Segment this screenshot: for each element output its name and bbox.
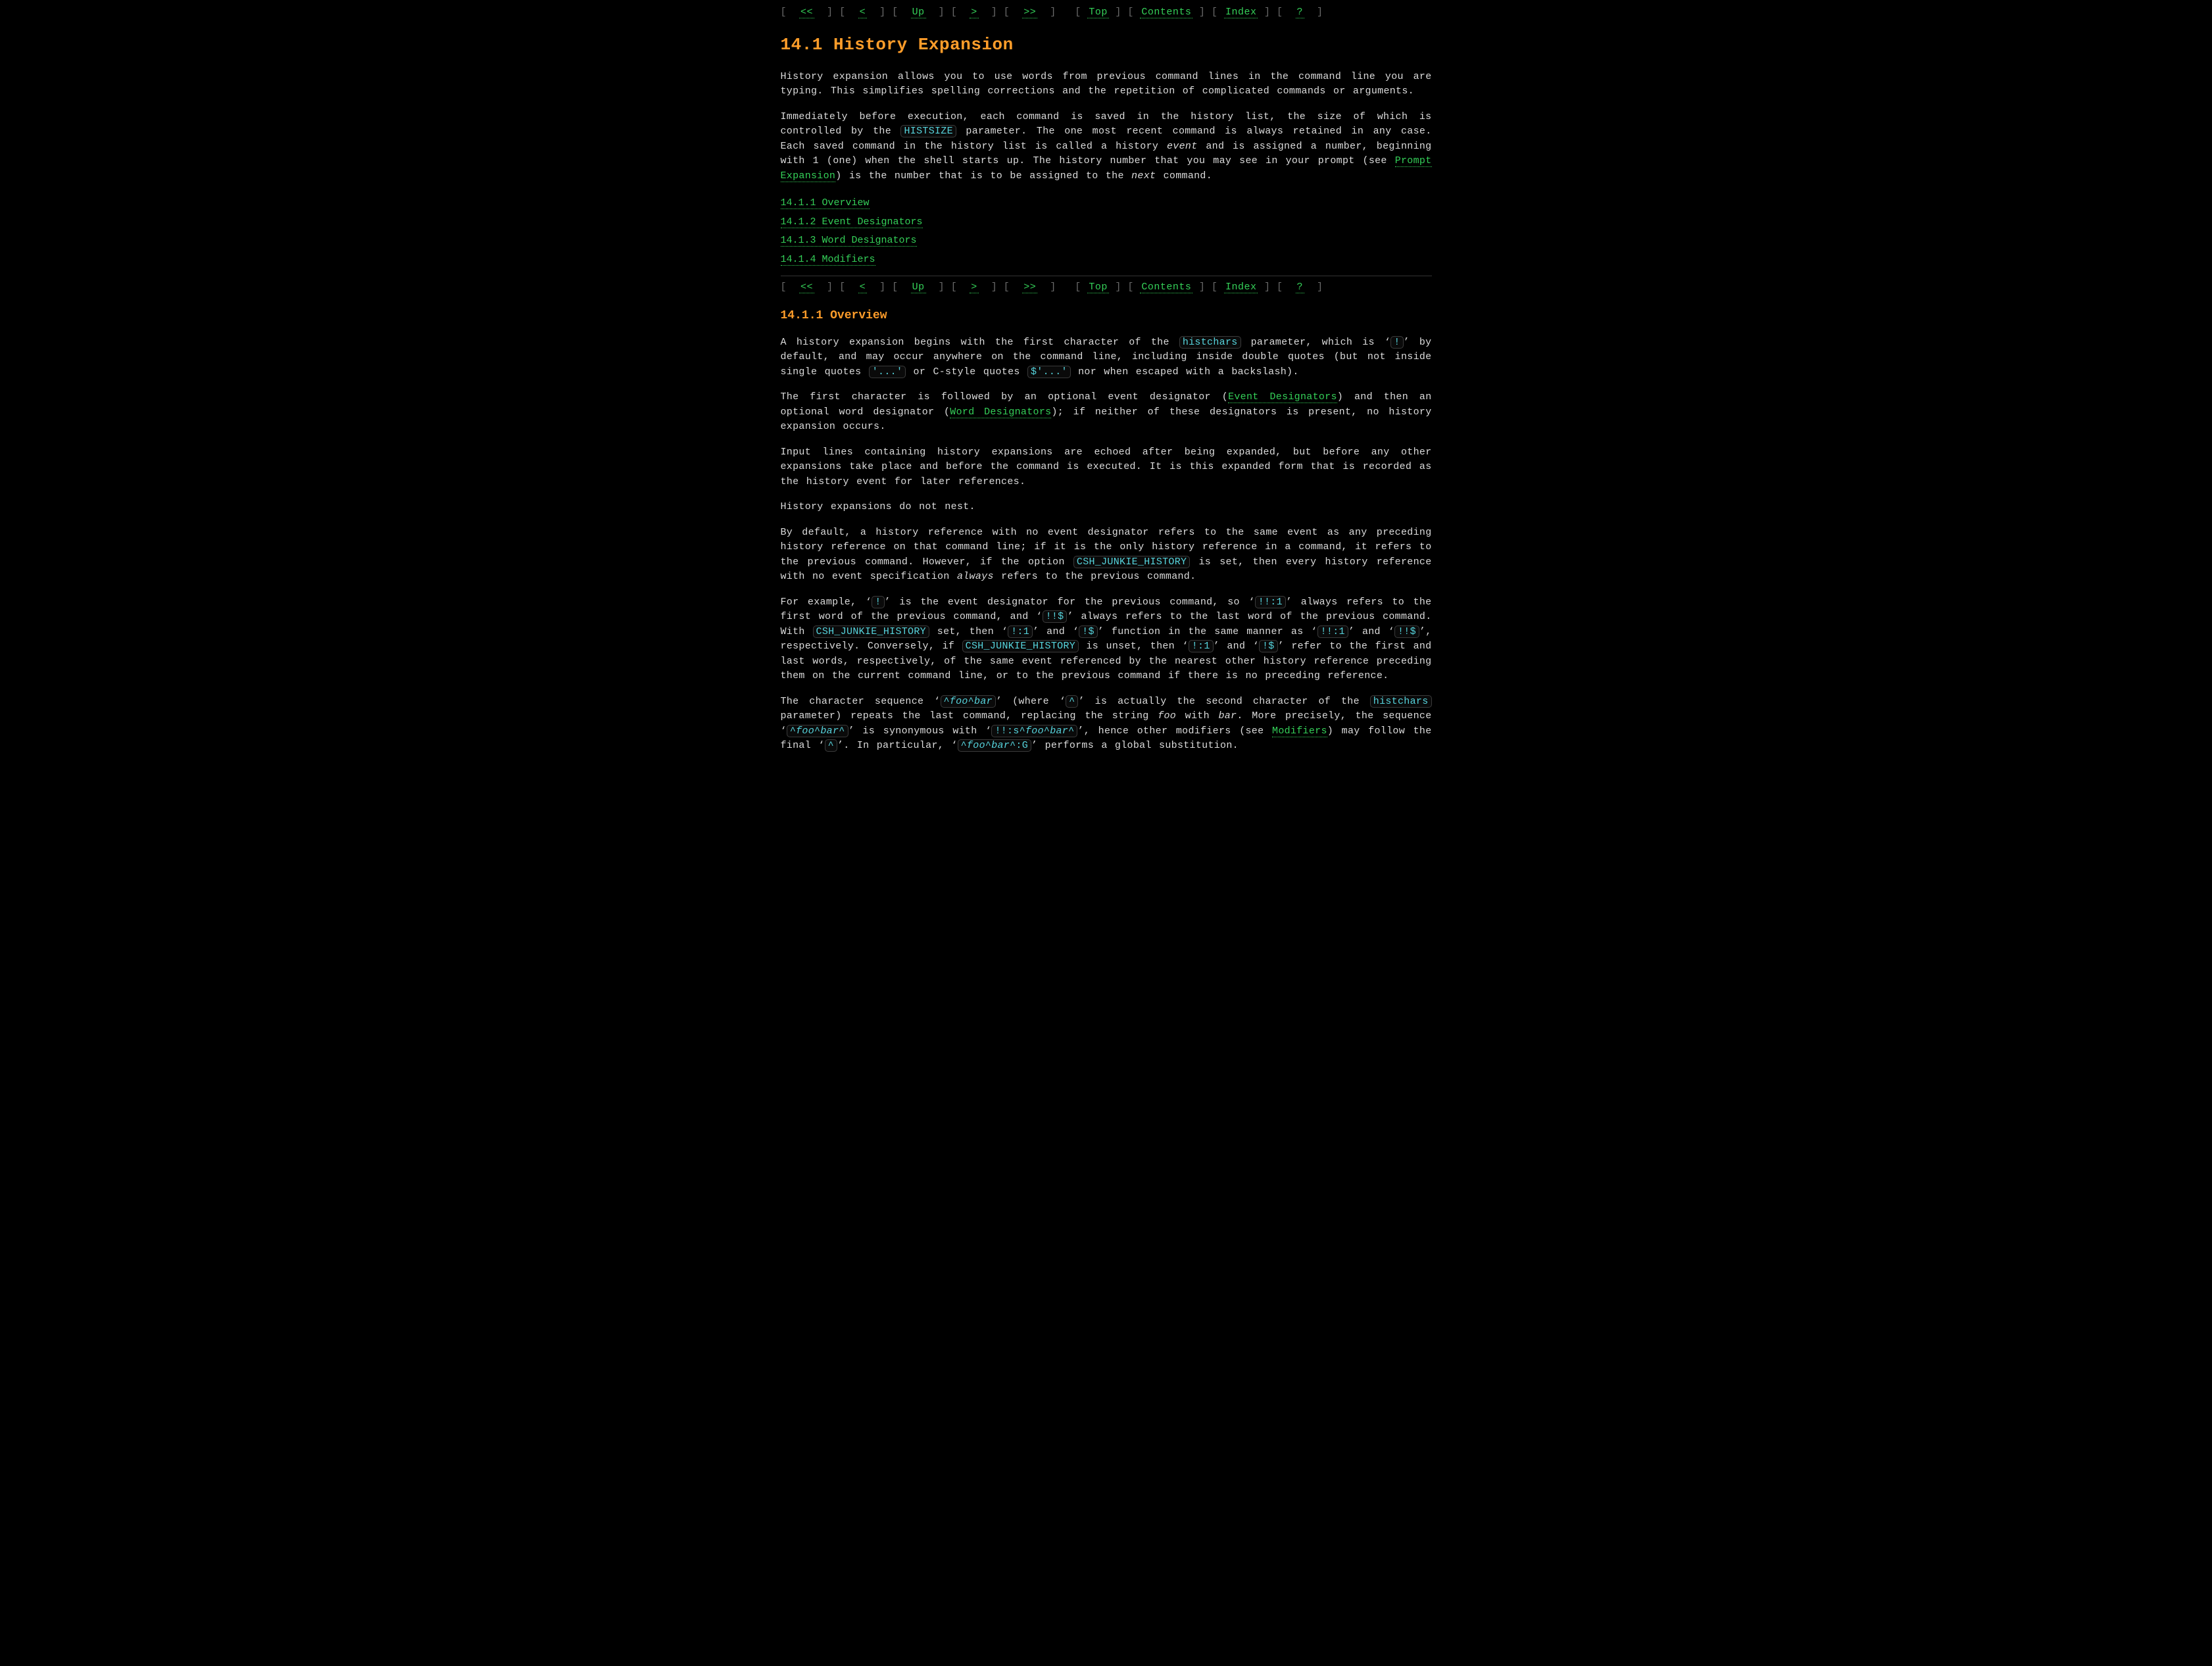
term-next: next [1131,170,1156,182]
code-histchars-2: histchars [1370,695,1432,708]
navbar-mid: [ << ] [ < ] [ Up ] [ > ] [ >> ] [ Top ]… [781,278,1432,298]
ov-para-2: The first character is followed by an op… [781,390,1432,435]
code-caret-2: ^ [825,739,837,752]
para-intro-2: Immediately before execution, each comma… [781,110,1432,184]
code-caret: ^ [1066,695,1078,708]
toc-modifiers[interactable]: 14.1.4 Modifiers [781,251,1432,270]
toc-word-designators[interactable]: 14.1.3 Word Designators [781,232,1432,251]
nav-help[interactable]: ? [1296,7,1305,18]
code-caret-g: ^foo^bar^:G [958,739,1031,752]
section-title: 14.1 History Expansion [781,32,1432,58]
term-event: event [1167,141,1198,152]
term-always: always [957,571,994,582]
nav-prev[interactable]: < [858,7,868,18]
nav2-up[interactable]: Up [911,282,926,293]
ov-para-3: Input lines containing history expansion… [781,445,1432,490]
nav-top[interactable]: Top [1087,7,1109,18]
code-bang: ! [1390,336,1403,349]
link-modifiers[interactable]: Modifiers [1272,725,1327,737]
ov-para-4: History expansions do not nest. [781,500,1432,515]
code-bang-dollar: !$ [1079,625,1098,638]
code-bang-1: !:1 [1008,625,1033,638]
nav2-top[interactable]: Top [1087,282,1109,293]
nav-up[interactable]: Up [911,7,926,18]
code-single-quotes: '...' [869,366,906,378]
code-bangbang-dollar-b: !!$ [1394,625,1419,638]
nav-last[interactable]: >> [1022,7,1037,18]
ov-para-7: The character sequence ‘^foo^bar’ (where… [781,695,1432,754]
nav2-help[interactable]: ? [1296,282,1305,293]
code-csh-junkie-history: CSH_JUNKIE_HISTORY [1073,556,1190,568]
code-bang-1b: !:1 [1189,640,1214,652]
nav2-contents[interactable]: Contents [1140,282,1192,293]
nav-first[interactable]: << [799,7,814,18]
code-bangbang-s: !!:s^foo^bar^ [991,725,1077,737]
code-bangbang-1: !!:1 [1255,596,1286,608]
ov-para-1: A history expansion begins with the firs… [781,335,1432,380]
nav2-next[interactable]: > [970,282,979,293]
link-word-designators[interactable]: Word Designators [950,406,1051,418]
toc-overview[interactable]: 14.1.1 Overview [781,194,1432,213]
code-bang-dollar-b: !$ [1259,640,1278,652]
code-bangbang-dollar: !!$ [1043,610,1068,623]
link-event-designators[interactable]: Event Designators [1228,391,1337,403]
local-toc: 14.1.1 Overview 14.1.2 Event Designators… [781,194,1432,269]
nav2-first[interactable]: << [799,282,814,293]
code-histsize: HISTSIZE [900,125,956,137]
toc-event-designators[interactable]: 14.1.2 Event Designators [781,213,1432,232]
code-bang2: ! [872,596,884,608]
ov-para-6: For example, ‘!’ is the event designator… [781,595,1432,684]
ov-para-5: By default, a history reference with no … [781,526,1432,585]
nav2-index[interactable]: Index [1224,282,1258,293]
nav2-prev[interactable]: < [858,282,868,293]
nav-index[interactable]: Index [1224,7,1258,18]
nav-next[interactable]: > [970,7,979,18]
code-caret-foo-bar-2: ^foo^bar^ [787,725,848,737]
para-intro-1: History expansion allows you to use word… [781,70,1432,99]
subsection-title: 14.1.1 Overview [781,307,1432,325]
nav2-last[interactable]: >> [1022,282,1037,293]
code-cstyle-quotes: $'...' [1027,366,1071,378]
code-histchars: histchars [1179,336,1241,349]
code-caret-foo-bar-1: ^foo^bar [941,695,996,708]
code-csh3: CSH_JUNKIE_HISTORY [962,640,1079,652]
code-csh2: CSH_JUNKIE_HISTORY [813,625,929,638]
code-bangbang-1b: !!:1 [1317,625,1348,638]
navbar-top: [ << ] [ < ] [ Up ] [ > ] [ >> ] [ Top ]… [781,3,1432,23]
nav-contents[interactable]: Contents [1140,7,1192,18]
